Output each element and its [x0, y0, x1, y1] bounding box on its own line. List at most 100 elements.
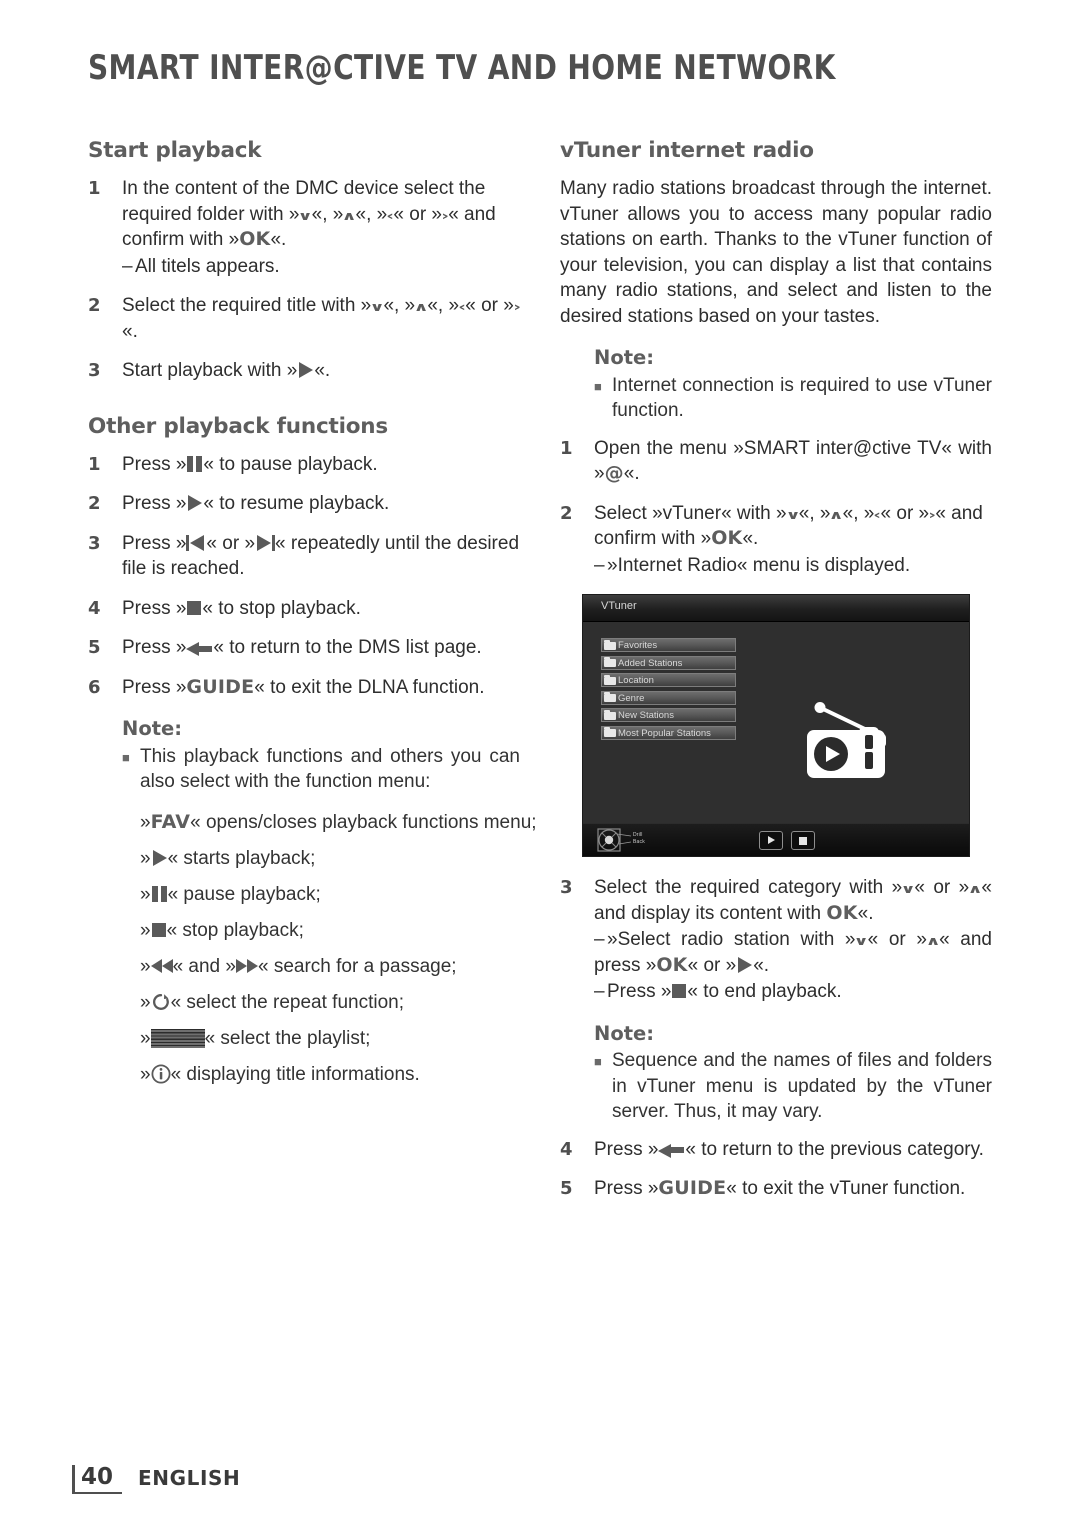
step-item: 4 Press » « to return to the previous cat… [560, 1137, 992, 1163]
step-text: Press »GUIDE« to exit the DLNA function. [122, 675, 520, 701]
heading-other-playback-functions: Other playback functions [88, 413, 389, 439]
guide-key-label: GUIDE [186, 675, 255, 698]
step-text-part: Press » [594, 1178, 659, 1199]
at-key-label: @ [604, 462, 624, 484]
step-item: 1 Press » « to pause playback. [88, 452, 520, 478]
step-text-part: «, » [427, 295, 460, 316]
rewind-icon [150, 958, 173, 974]
step-text-part: « to resume playback. [203, 493, 390, 514]
list-item-prefix: » [140, 919, 151, 941]
menu-item-most-popular-stations[interactable]: Most Popular Stations [601, 725, 736, 740]
heading-vtuner-internet-radio: vTuner internet radio [560, 138, 814, 163]
step-text-part: Select the required category with » [594, 877, 903, 898]
arrow-right-icon: › [513, 299, 521, 315]
step-text-part: « or » [914, 877, 970, 898]
step-item: 5 Press » « to return to the DMS list pag… [88, 635, 520, 661]
step-text: Select the required category with »∨« or… [594, 875, 992, 1005]
note-title: Note: [122, 717, 183, 740]
list-item-mid: « and » [172, 955, 236, 977]
arrow-down-icon: ∨ [369, 299, 385, 315]
step-item: 3 Start playback with » «. [88, 358, 520, 384]
arrow-up-icon: ∧ [341, 208, 358, 223]
step-text-part: « to stop playback. [202, 597, 361, 619]
step-text-part: « to exit the vTuner function. [726, 1178, 966, 1199]
menu-item-new-stations[interactable]: New Stations [601, 708, 736, 723]
step-number: 5 [88, 637, 101, 658]
note-bullet: ■ This playback functions and others you… [122, 744, 520, 795]
step-text: Press » « to stop playback. [122, 596, 520, 622]
tv-stop-button[interactable] [791, 831, 815, 850]
note-bullet-text: Sequence and the names of files and fold… [612, 1050, 992, 1122]
ok-key-label: OK [656, 953, 688, 976]
step-number: 4 [560, 1138, 573, 1160]
list-item-text: « select the playlist; [204, 1027, 371, 1049]
note-bullet-text: Internet connection is required to use v… [612, 374, 992, 422]
list-item-text: « stop playback; [166, 919, 304, 941]
step-text: Press » « to return to the DMS list page. [122, 635, 520, 661]
step-number: 2 [88, 493, 101, 514]
play-icon [186, 495, 203, 511]
footer-language: ENGLISH [138, 1466, 241, 1490]
play-icon [151, 849, 168, 866]
step-text: Select the required title with »∨«, »∧«,… [122, 293, 521, 344]
step-text-part: «. [270, 229, 287, 250]
step-text-part: « to return to the DMS list page. [213, 637, 482, 658]
folder-icon [604, 709, 616, 720]
step-text-part: «. [742, 528, 759, 549]
play-icon [297, 362, 314, 378]
menu-item-label: Most Popular Stations [618, 727, 711, 739]
step-text-part: Press » [122, 637, 187, 658]
dpad-hint-labels: Drill Back [633, 832, 645, 845]
step-text-part: « or » [465, 295, 514, 316]
arrow-left-icon: ‹ [873, 507, 882, 522]
step-item: 1 Open the menu »SMART inter@ctive TV« w… [560, 436, 992, 487]
menu-item-location[interactable]: Location [601, 673, 736, 688]
repeat-icon [151, 993, 171, 1012]
list-item: » « select the repeat function; [140, 990, 520, 1016]
list-item-text: « select the repeat function; [170, 991, 405, 1013]
note-block: Note: ■ Sequence and the names of files … [594, 1021, 992, 1125]
info-icon [151, 1063, 171, 1084]
fav-key-label: FAV [150, 810, 191, 833]
tv-play-button[interactable] [759, 831, 783, 850]
play-icon [736, 956, 753, 973]
step-text-part: « or » [206, 532, 256, 554]
arrow-up-icon: ∧ [828, 507, 845, 522]
step-text-part: Start playback with » [122, 360, 298, 381]
bullet-square-icon: ■ [122, 749, 130, 765]
guide-key-label: GUIDE [658, 1177, 727, 1199]
note-title: Note: [594, 1021, 655, 1045]
step-item: 2 Press » « to resume playback. [88, 491, 520, 517]
tv-content: Favorites Added Stations Location Genre … [583, 622, 969, 824]
note-bullet-text: This playback functions and others you c… [140, 745, 520, 793]
page-title: SMART INTER@CTIVE TV AND HOME NETWORK [88, 48, 836, 87]
next-track-icon [255, 534, 276, 551]
step-number: 4 [88, 597, 101, 619]
manual-page: SMART INTER@CTIVE TV AND HOME NETWORK St… [0, 0, 1080, 1532]
menu-item-genre[interactable]: Genre [601, 690, 736, 705]
page-number-box: 40 [72, 1462, 123, 1494]
list-item: » « displaying title informations. [140, 1062, 520, 1088]
list-item-text: « search for a passage; [257, 955, 457, 977]
step-text-part: Select the required title with » [122, 295, 372, 316]
step-text-part: «, » [798, 502, 831, 524]
tv-title: VTuner [601, 600, 637, 612]
arrow-up-icon: ∧ [413, 299, 429, 315]
ok-key-label: OK [826, 901, 858, 924]
pause-icon [186, 455, 203, 472]
step-text-part: «. [122, 320, 138, 342]
list-item-text: « pause playback; [167, 883, 321, 905]
fast-forward-icon [235, 958, 258, 974]
step-text-part: «, » [842, 502, 875, 524]
menu-item-label: Location [618, 675, 654, 687]
tv-statusbar: Drill Back [583, 823, 969, 856]
step-item: 5 Press »GUIDE« to exit the vTuner funct… [560, 1176, 992, 1202]
menu-item-added-stations[interactable]: Added Stations [601, 655, 736, 670]
step-subnote-text: « or » [867, 929, 927, 950]
tv-titlebar: VTuner [583, 595, 969, 622]
menu-item-favorites[interactable]: Favorites [601, 638, 736, 652]
menu-item-label: Added Stations [618, 657, 683, 669]
step-text-part: « or » [393, 203, 442, 225]
step-text: In the content of the DMC device select … [122, 176, 520, 279]
list-item-prefix: » [140, 1063, 151, 1085]
